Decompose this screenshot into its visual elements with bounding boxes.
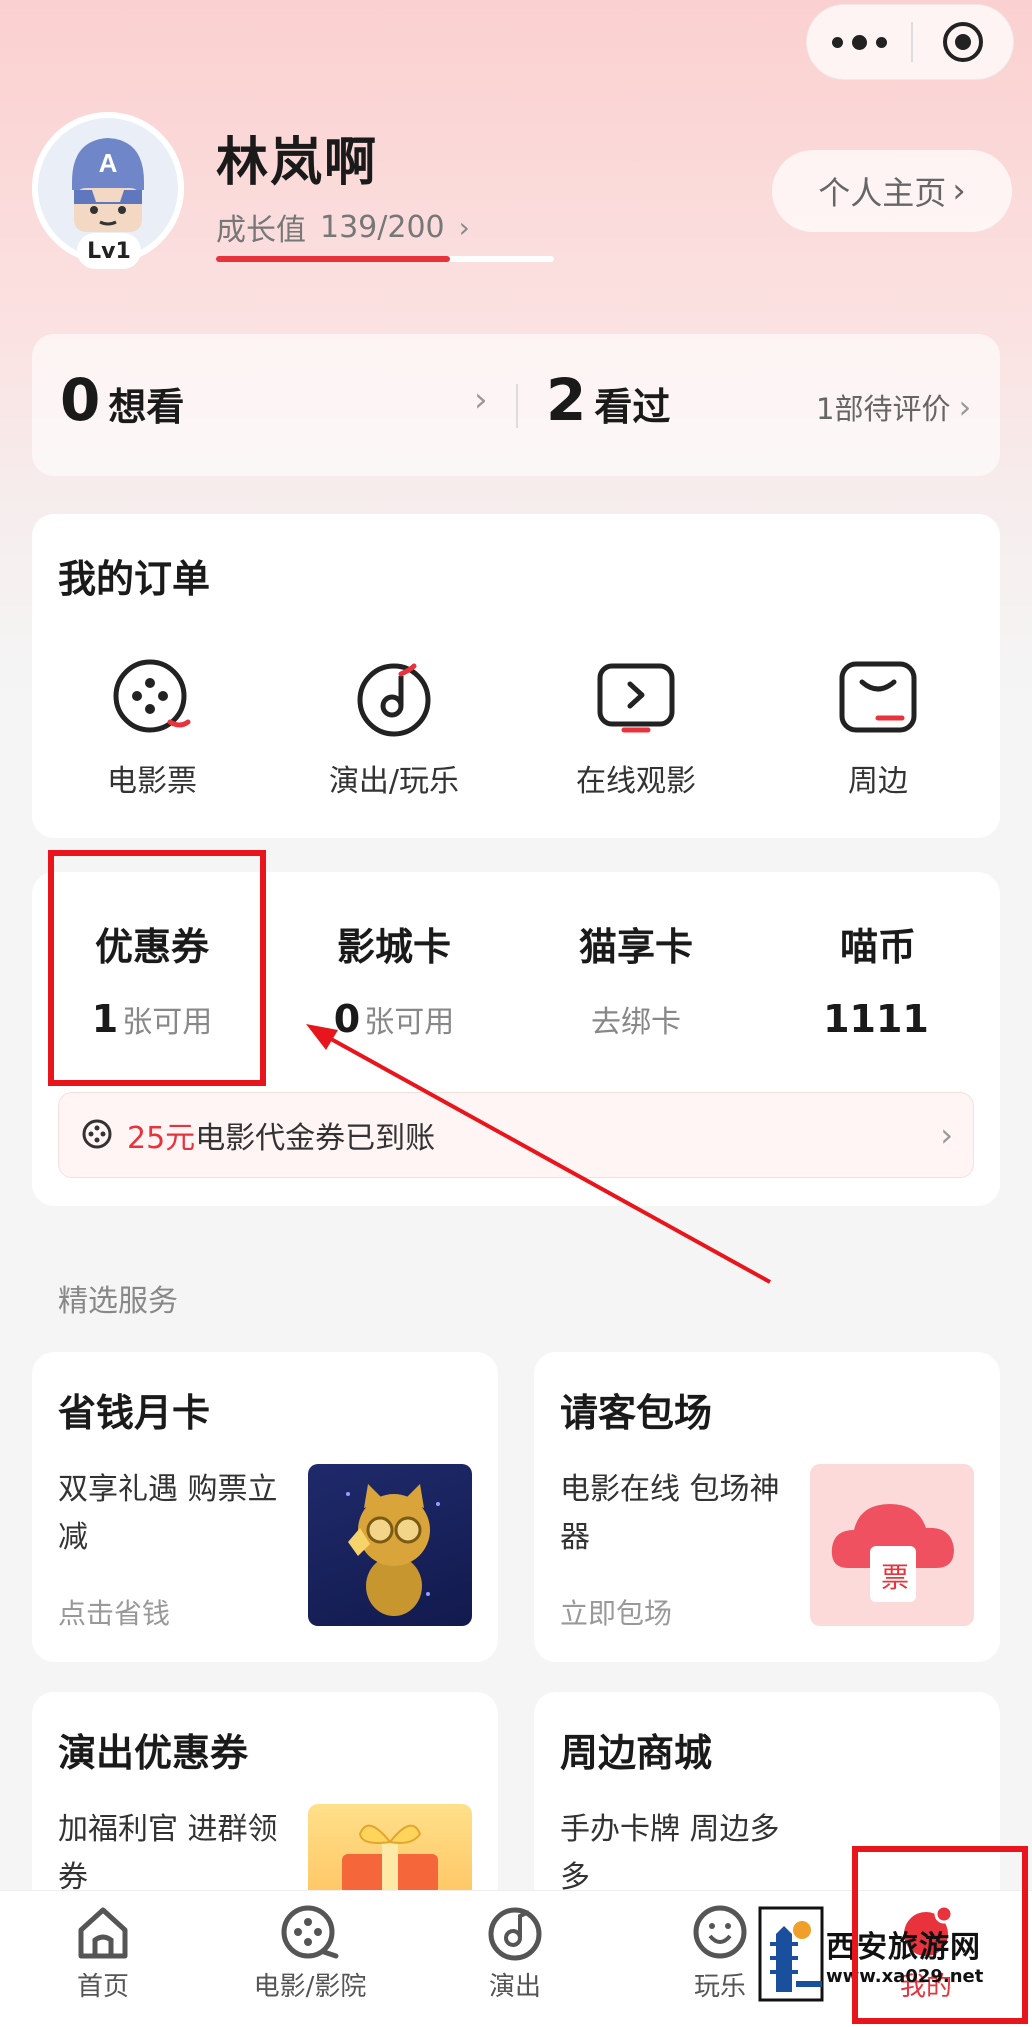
service-desc: 手办卡牌 周边多多	[560, 1812, 780, 1895]
film-reel-icon	[281, 1905, 339, 1959]
tab-label: 演出	[488, 1972, 541, 2002]
service-card-monthly[interactable]: 省钱月卡 双享礼遇 购票立减 点击省钱	[32, 1352, 498, 1662]
tab-label: 电影/影院	[253, 1972, 367, 2002]
tab-home[interactable]: 首页	[3, 1902, 203, 2003]
smiley-icon	[693, 1905, 747, 1959]
tab-label: 首页	[76, 1972, 129, 2002]
pagoda-logo-icon	[758, 1906, 824, 2002]
service-title: 周边商城	[560, 1731, 713, 1775]
service-title: 演出优惠券	[58, 1731, 249, 1775]
section-title: 精选服务	[58, 1284, 178, 1319]
service-cta: 立即包场	[560, 1597, 673, 1630]
service-desc: 加福利官 进群领券	[58, 1812, 278, 1895]
service-desc: 电影在线 包场神器	[560, 1472, 780, 1555]
service-desc: 双享礼遇 购票立减	[58, 1472, 278, 1555]
gift-box-image	[308, 1804, 472, 1890]
ticket-badge-text: 票	[881, 1561, 910, 1594]
home-icon	[78, 1907, 128, 1959]
service-title: 请客包场	[560, 1391, 713, 1435]
ticket-cloud-image: 票	[810, 1464, 974, 1626]
music-note-icon	[488, 1907, 542, 1961]
service-card-show-coupons[interactable]: 演出优惠券 加福利官 进群领券	[32, 1692, 498, 1922]
gold-cat-mascot-image	[308, 1464, 472, 1626]
highlight-box	[852, 1846, 1028, 2024]
tab-movies[interactable]: 电影/影院	[210, 1902, 410, 2003]
service-card-private-screening[interactable]: 请客包场 电影在线 包场神器 立即包场 票	[534, 1352, 1000, 1662]
service-cta: 点击省钱	[58, 1597, 171, 1630]
tab-label: 玩乐	[693, 1972, 746, 2002]
tab-shows[interactable]: 演出	[415, 1902, 615, 2003]
service-title: 省钱月卡	[58, 1391, 211, 1435]
